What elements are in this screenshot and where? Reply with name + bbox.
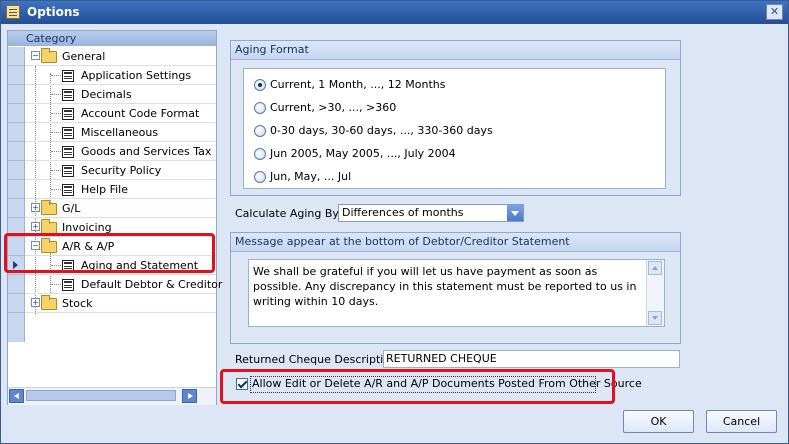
settings-page-icon <box>62 89 74 101</box>
title-bar[interactable]: Options ✕ <box>1 1 788 24</box>
aging-option-radio[interactable] <box>254 102 266 114</box>
collapse-icon[interactable]: − <box>31 51 40 60</box>
aging-option-label[interactable]: Jun 2005, May 2005, ..., July 2004 <box>270 147 456 160</box>
tree-node-label: Default Debtor & Creditor <box>81 278 223 291</box>
tree-node-label: Goods and Services Tax <box>81 145 212 158</box>
aging-option-radio[interactable] <box>254 148 266 160</box>
tree-node-label: Security Policy <box>81 164 162 177</box>
expand-icon[interactable]: + <box>31 222 40 231</box>
scroll-right-icon[interactable] <box>182 389 197 403</box>
settings-page-icon <box>62 146 74 158</box>
folder-icon <box>41 295 57 310</box>
message-vertical-scrollbar[interactable] <box>646 260 664 326</box>
aging-format-title: Aging Format <box>231 41 680 60</box>
aging-option-label[interactable]: Current, >30, ..., >360 <box>270 101 396 114</box>
category-tree: Category − General Application Settings … <box>7 30 222 405</box>
aging-option-label[interactable]: Current, 1 Month, ..., 12 Months <box>270 78 445 91</box>
aging-format-group: Aging Format Current, 1 Month, ..., 12 M… <box>230 40 681 196</box>
statement-message-textarea[interactable]: We shall be grateful if you will let us … <box>248 259 665 327</box>
tree-node-label: Decimals <box>81 88 132 101</box>
calculate-aging-value: Differences of months <box>342 206 464 219</box>
calculate-aging-label: Calculate Aging By: <box>235 207 342 220</box>
scroll-up-icon[interactable] <box>648 261 662 275</box>
scroll-down-icon[interactable] <box>648 311 662 325</box>
row-indicator <box>8 294 24 313</box>
settings-page-icon <box>62 108 74 120</box>
row-indicator <box>8 85 24 104</box>
row-indicator <box>8 161 24 180</box>
aging-option-label[interactable]: Jun, May, ... Jul <box>270 170 351 183</box>
tree-line <box>51 170 61 171</box>
row-indicator <box>8 180 24 199</box>
options-window: Options ✕ Category − General Application… <box>0 0 789 444</box>
tree-line <box>51 113 61 114</box>
tree-horizontal-scrollbar[interactable] <box>8 387 216 405</box>
statement-message-text: We shall be grateful if you will let us … <box>253 265 637 308</box>
tree-node-label: Miscellaneous <box>81 126 159 139</box>
row-indicator <box>8 104 24 123</box>
aging-option-label[interactable]: 0-30 days, 30-60 days, ..., 330-360 days <box>270 124 493 137</box>
row-indicator-strip <box>8 47 25 342</box>
expand-icon[interactable]: + <box>31 298 40 307</box>
expand-icon[interactable]: + <box>31 203 40 212</box>
row-indicator <box>8 66 24 85</box>
folder-icon <box>41 48 57 63</box>
settings-page-icon <box>62 165 74 177</box>
aging-format-options: Current, 1 Month, ..., 12 Months Current… <box>243 68 666 189</box>
annotation-highlight-ar-ap <box>4 233 215 273</box>
ok-button[interactable]: OK <box>623 410 694 433</box>
tree-line <box>51 151 61 152</box>
chevron-down-icon[interactable] <box>507 205 523 221</box>
row-indicator <box>8 142 24 161</box>
tree-node-label: G/L <box>62 202 81 215</box>
statement-message-title: Message appear at the bottom of Debtor/C… <box>231 233 680 252</box>
row-indicator <box>8 275 24 294</box>
returned-cheque-value: RETURNED CHEQUE <box>386 352 497 365</box>
aging-option-radio[interactable] <box>254 125 266 137</box>
returned-cheque-label: Returned Cheque Description <box>235 353 398 366</box>
settings-page-icon <box>62 127 74 139</box>
cancel-button[interactable]: Cancel <box>706 410 777 433</box>
settings-page-icon <box>62 184 74 196</box>
folder-icon <box>41 200 57 215</box>
row-divider <box>25 217 216 218</box>
tree-line <box>51 94 61 95</box>
window-title: Options <box>27 5 80 19</box>
scroll-left-icon[interactable] <box>9 389 24 403</box>
tree-node-label: Account Code Format <box>81 107 200 120</box>
tree-line <box>51 189 61 190</box>
aging-option-radio[interactable] <box>254 171 266 183</box>
tree-node-label: Help File <box>81 183 128 196</box>
tree-node-label: Stock <box>62 297 93 310</box>
annotation-highlight-allow-edit <box>220 369 615 404</box>
row-indicator <box>8 47 24 66</box>
row-divider <box>25 312 216 313</box>
calculate-aging-select[interactable]: Differences of months <box>338 204 524 222</box>
statement-message-group: Message appear at the bottom of Debtor/C… <box>230 232 681 344</box>
aging-option-radio[interactable] <box>254 79 266 91</box>
close-icon[interactable]: ✕ <box>766 4 783 20</box>
row-indicator <box>8 123 24 142</box>
options-app-icon <box>6 5 20 19</box>
tree-node-label: General <box>62 50 106 63</box>
tree-line <box>51 132 61 133</box>
tree-node-label: Application Settings <box>81 69 192 82</box>
row-indicator <box>8 199 24 218</box>
settings-page-icon <box>62 70 74 82</box>
tree-line <box>51 284 61 285</box>
tree-header: Category <box>8 31 216 46</box>
tree-line <box>51 75 61 76</box>
returned-cheque-input[interactable]: RETURNED CHEQUE <box>383 350 680 368</box>
settings-page-icon <box>62 279 74 291</box>
scroll-thumb[interactable] <box>26 390 176 401</box>
